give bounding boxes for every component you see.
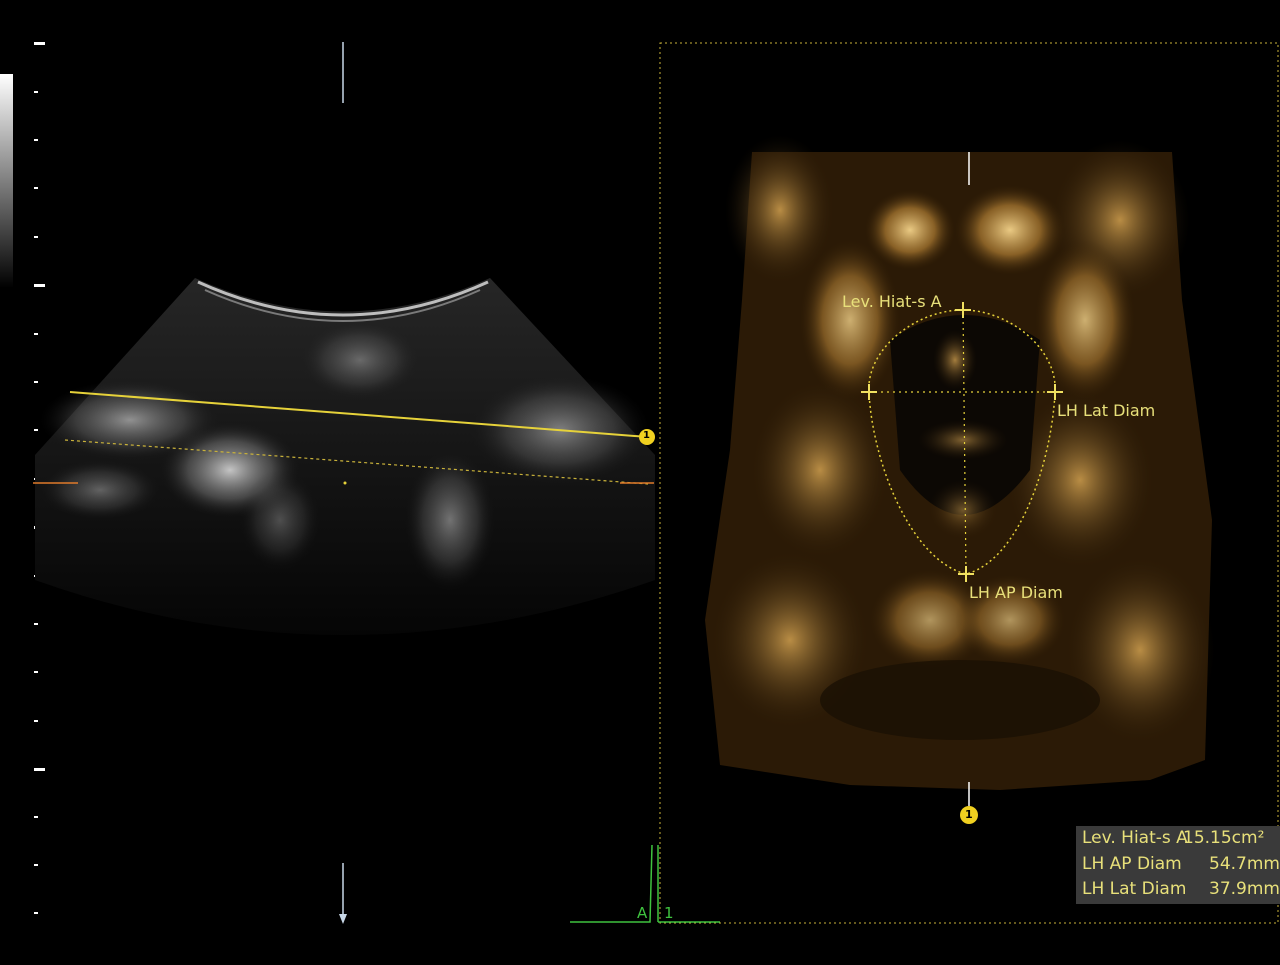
lh-ap-diam-label: LH AP Diam <box>969 583 1063 602</box>
axis-1-label: 1 <box>664 904 674 922</box>
measurement-value: 37.9mm <box>1209 879 1280 899</box>
plane-marker-label: 1 <box>643 430 650 441</box>
measurement-value: 15.15cm² <box>1183 828 1265 848</box>
axis-a-label: A <box>637 904 648 922</box>
measurement-value: 54.7mm <box>1209 854 1280 874</box>
measurement-name: LH Lat Diam <box>1082 879 1187 899</box>
ultrasound-display <box>0 42 1279 924</box>
grayscale-bar <box>0 74 13 288</box>
pelvic-floor-3d-render <box>705 135 1215 790</box>
measurement-name: Lev. Hiat-s A <box>1082 828 1188 848</box>
measurement-row: LH Lat Diam <box>1082 879 1186 899</box>
measurement-row: Lev. Hiat-s A <box>1082 828 1188 848</box>
lh-lat-diam-label: LH Lat Diam <box>1057 401 1156 420</box>
down-arrow-icon <box>339 914 347 924</box>
measurement-results: Lev. Hiat-s A 15.15cm² LH AP Diam 54.7mm… <box>1076 826 1280 904</box>
lev-hiatus-label: Lev. Hiat-s A <box>842 292 942 311</box>
sagittal-2d-image <box>35 278 655 635</box>
render-marker-label: 1 <box>965 808 973 821</box>
measurement-name: LH AP Diam <box>1082 854 1182 874</box>
measurement-row: LH AP Diam <box>1082 854 1182 874</box>
